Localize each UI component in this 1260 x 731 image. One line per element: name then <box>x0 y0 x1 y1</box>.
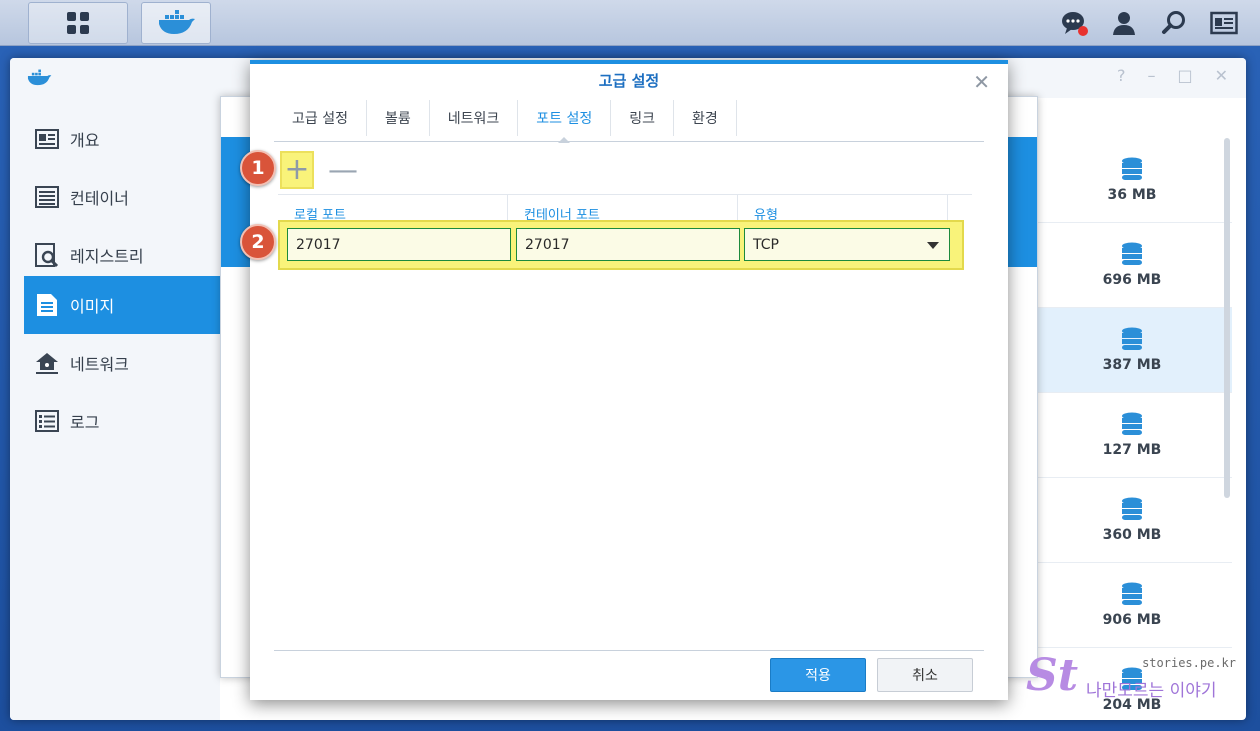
apply-button[interactable]: 적용 <box>770 658 866 692</box>
sidebar-item-label: 개요 <box>70 131 100 150</box>
chat-notification-icon[interactable] <box>1058 7 1090 39</box>
sidebar-item-container[interactable]: 컨테이너 <box>24 168 220 226</box>
container-list-icon <box>34 184 60 210</box>
watermark-text: 나만모르는 이야기 <box>1086 681 1217 701</box>
type-select-value: TCP <box>753 236 779 253</box>
image-doc-icon <box>34 292 60 318</box>
network-house-icon <box>34 350 60 376</box>
step-badge-1: 1 <box>240 150 276 186</box>
minimize-button[interactable]: – <box>1147 66 1155 85</box>
database-icon <box>1122 242 1142 265</box>
sidebar-item-overview[interactable]: 개요 <box>24 110 220 168</box>
dialog-title: 고급 설정 <box>598 72 660 90</box>
image-size: 906 MB <box>1102 612 1162 628</box>
tab-network[interactable]: 네트워크 <box>430 100 519 136</box>
dialog-tabs: 고급 설정 볼륨 네트워크 포트 설정 링크 환경 <box>274 100 737 143</box>
background-dialog-header-band <box>1007 137 1037 267</box>
tab-divider <box>274 141 984 142</box>
close-icon[interactable]: ✕ <box>973 70 990 94</box>
database-icon <box>1122 582 1142 605</box>
registry-search-icon <box>34 242 60 268</box>
close-window-button[interactable]: ✕ <box>1215 66 1228 85</box>
sidebar-item-label: 네트워크 <box>70 355 129 374</box>
list-item[interactable]: 127 MB <box>1032 393 1232 478</box>
image-size: 387 MB <box>1102 357 1162 373</box>
plus-icon: + <box>284 152 310 187</box>
log-list-icon <box>34 408 60 434</box>
grid-icon <box>67 12 89 34</box>
watermark-logo: St <box>1026 650 1079 701</box>
step-badge-2: 2 <box>240 224 276 260</box>
tab-environment[interactable]: 환경 <box>674 100 737 136</box>
database-icon <box>1122 412 1142 435</box>
list-item[interactable]: 36 MB <box>1032 138 1232 223</box>
docker-taskbar-button[interactable] <box>141 2 211 44</box>
search-icon[interactable] <box>1158 7 1190 39</box>
list-scrollbar[interactable] <box>1224 138 1230 498</box>
advanced-settings-dialog: 고급 설정 ✕ 고급 설정 볼륨 네트워크 포트 설정 링크 환경 + — 로컬… <box>240 60 1008 700</box>
list-item[interactable]: 360 MB <box>1032 478 1232 563</box>
sidebar-item-image[interactable]: 이미지 <box>24 276 220 334</box>
image-size: 127 MB <box>1102 442 1162 458</box>
type-select[interactable]: TCP <box>744 228 950 261</box>
chevron-down-icon <box>927 242 939 249</box>
sidebar: 개요 컨테이너 레지스트리 이미지 네트워크 로그 <box>10 98 220 720</box>
tab-volume[interactable]: 볼륨 <box>367 100 430 136</box>
main-menu-button[interactable] <box>28 2 128 44</box>
sidebar-item-log[interactable]: 로그 <box>24 392 220 450</box>
sidebar-item-label: 이미지 <box>70 297 115 316</box>
list-item[interactable]: 387 MB <box>1032 308 1232 393</box>
image-size: 696 MB <box>1102 272 1162 288</box>
database-icon <box>1122 157 1142 180</box>
docker-whale-icon <box>159 10 195 34</box>
database-icon <box>1122 497 1142 520</box>
docker-whale-icon <box>27 69 52 86</box>
remove-port-button[interactable]: — <box>328 152 358 188</box>
watermark-url: stories.pe.kr <box>1142 656 1236 670</box>
cancel-button[interactable]: 취소 <box>877 658 973 692</box>
help-button[interactable]: ? <box>1117 66 1126 85</box>
local-port-field[interactable]: 27017 <box>287 228 511 261</box>
widget-card-icon[interactable] <box>1208 7 1240 39</box>
notification-dot <box>1078 26 1088 36</box>
sidebar-item-label: 레지스트리 <box>70 247 144 266</box>
image-size: 36 MB <box>1107 187 1157 203</box>
user-icon[interactable] <box>1108 7 1140 39</box>
watermark: St stories.pe.kr 나만모르는 이야기 <box>1026 650 1236 710</box>
add-port-button[interactable]: + <box>280 151 314 189</box>
container-port-field[interactable]: 27017 <box>516 228 740 261</box>
sidebar-item-label: 컨테이너 <box>70 189 129 208</box>
database-icon <box>1122 327 1142 350</box>
footer-divider <box>274 650 984 651</box>
tab-advanced[interactable]: 고급 설정 <box>274 100 367 136</box>
image-size: 360 MB <box>1102 527 1162 543</box>
list-item[interactable]: 696 MB <box>1032 223 1232 308</box>
tab-link[interactable]: 링크 <box>611 100 675 136</box>
maximize-button[interactable]: □ <box>1177 66 1192 85</box>
minus-icon: — <box>328 152 358 188</box>
tab-port-settings[interactable]: 포트 설정 <box>518 100 612 143</box>
taskbar <box>0 0 1260 46</box>
image-size-list: 36 MB 696 MB 387 MB 127 MB 360 MB 906 MB… <box>1032 138 1232 720</box>
list-item[interactable]: 906 MB <box>1032 563 1232 648</box>
sidebar-item-network[interactable]: 네트워크 <box>24 334 220 392</box>
port-toolbar: + — <box>280 150 358 190</box>
overview-card-icon <box>34 126 60 152</box>
sidebar-item-label: 로그 <box>70 413 100 432</box>
